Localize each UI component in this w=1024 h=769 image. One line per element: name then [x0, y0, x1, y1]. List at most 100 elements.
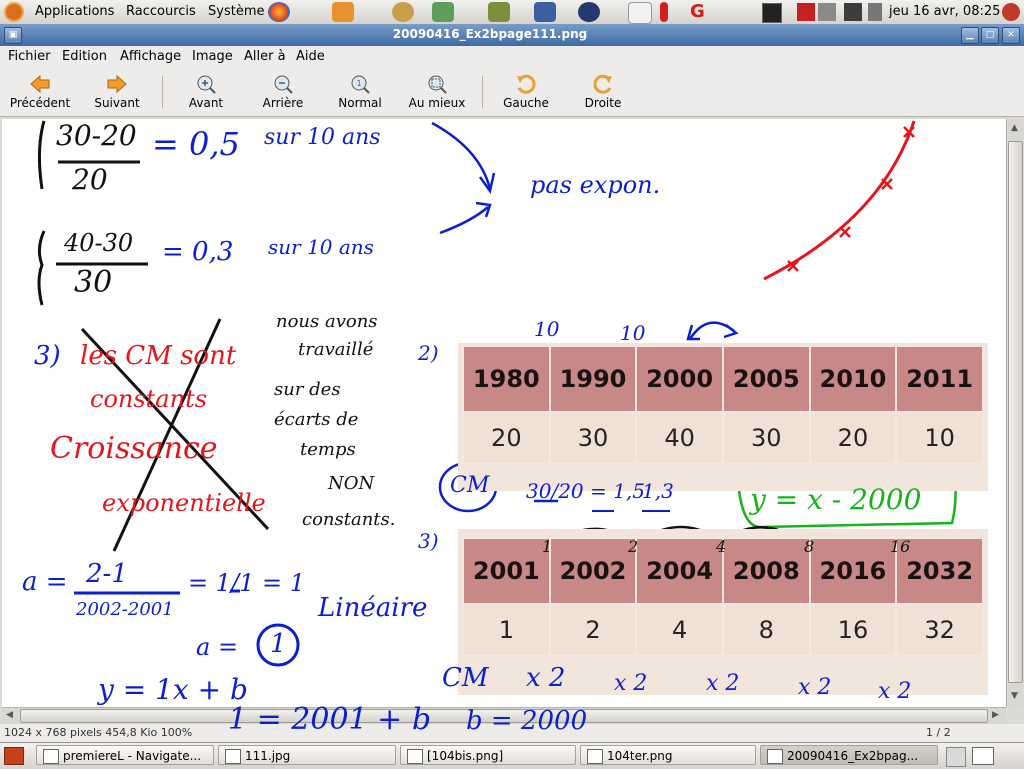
rotate-right-button[interactable]: Droite — [578, 70, 628, 114]
printer-icon[interactable] — [818, 3, 836, 21]
text-editor-icon[interactable] — [628, 2, 652, 24]
menu-aide[interactable]: Aide — [296, 49, 325, 64]
graph-icon[interactable] — [432, 2, 454, 22]
task-104ter[interactable]: 104ter.png — [580, 745, 756, 765]
volume-icon[interactable] — [868, 3, 882, 21]
applications-menu[interactable]: Applications — [35, 4, 114, 19]
firefox-icon[interactable] — [268, 2, 290, 22]
vertical-scrollbar[interactable]: ▲ ▼ — [1006, 119, 1023, 707]
image-file-icon — [225, 749, 241, 764]
svg-text:1: 1 — [357, 79, 362, 88]
toolbar: Précédent Suivant Avant Arrière 1 Normal… — [0, 68, 1024, 117]
table-cell: 2002 — [548, 537, 638, 605]
best-fit-label: Au mieux — [408, 96, 466, 110]
note-nous-avons-5: temps — [300, 439, 356, 460]
normal-size-button[interactable]: 1 Normal — [332, 70, 388, 114]
clock[interactable]: jeu 16 avr, 08:25 — [889, 4, 1000, 19]
zoom-in-button[interactable]: Avant — [178, 70, 234, 114]
note-frac1-result: = 0,5 — [152, 125, 240, 163]
best-fit-button[interactable]: Au mieux — [404, 70, 470, 114]
workspace-icon[interactable] — [972, 747, 994, 765]
table-cell: 20 — [462, 411, 551, 465]
image-viewport[interactable]: 1980 1990 2000 2005 2010 2011 20 30 40 3… — [2, 119, 1006, 707]
note-cm-ratio2: 1,3 — [642, 479, 674, 503]
books-icon[interactable] — [488, 2, 510, 22]
next-button[interactable]: Suivant — [86, 70, 148, 114]
note-croissance: Croissance — [50, 431, 218, 466]
g-logo-icon[interactable]: G — [690, 2, 712, 22]
note-n4: 4 — [716, 537, 727, 556]
note-cm-ratio: 30/20 = 1,5 — [526, 479, 645, 503]
menu-image[interactable]: Image — [192, 49, 233, 64]
task-104bis[interactable]: [104bis.png] — [400, 745, 576, 765]
globe-icon[interactable] — [578, 2, 600, 22]
page-indicator: 1 / 2 — [926, 726, 951, 739]
vertical-scroll-thumb[interactable] — [1008, 141, 1023, 683]
zoom-normal-icon: 1 — [351, 75, 370, 94]
show-desktop-icon[interactable] — [4, 747, 24, 765]
trash-icon[interactable] — [946, 747, 966, 767]
note-frac1-num: 30-20 — [56, 119, 137, 152]
note-b-eq: b = 2000 — [466, 706, 588, 736]
note-non: NON — [328, 473, 375, 494]
bar-icon[interactable] — [660, 2, 668, 22]
table1-years-row: 1980 1990 2000 2005 2010 2011 — [462, 345, 984, 413]
arrow-left-icon — [30, 74, 50, 94]
update-icon[interactable] — [797, 3, 815, 21]
minimize-icon[interactable]: ▁ — [961, 27, 979, 44]
terminal-icon[interactable] — [762, 3, 782, 23]
window-titlebar[interactable]: ▣ 20090416_Ex2bpage111.png ▁ □ ✕ — [0, 24, 1024, 46]
note-frac2-result: = 0,3 — [162, 237, 234, 267]
close-icon[interactable]: ✕ — [1002, 27, 1020, 44]
rotate-left-button[interactable]: Gauche — [496, 70, 556, 114]
previous-button[interactable]: Précédent — [4, 70, 76, 114]
note-times2: x 2 — [614, 671, 648, 696]
image-info: 1024 x 768 pixels 454,8 Kio 100% — [4, 726, 193, 739]
maximize-icon[interactable]: □ — [981, 27, 999, 44]
arrow-right-icon — [107, 74, 127, 94]
note-a-frac: = 1/1 = 1 — [188, 569, 305, 597]
task-111-jpg[interactable]: 111.jpg — [218, 745, 396, 765]
table-cell: 1990 — [548, 345, 638, 413]
menu-affichage[interactable]: Affichage — [120, 49, 181, 64]
note-constants: constants — [90, 385, 208, 413]
scroll-down-icon[interactable]: ▼ — [1011, 691, 1018, 701]
menu-aller-a[interactable]: Aller à — [244, 49, 286, 64]
menu-edition[interactable]: Edition — [62, 49, 107, 64]
table-cell: 2016 — [808, 537, 898, 605]
table-cell: 2005 — [721, 345, 811, 413]
calculator-icon[interactable] — [534, 2, 556, 22]
window-icon — [43, 749, 59, 764]
eye-icon[interactable] — [392, 2, 414, 22]
network-icon[interactable] — [844, 3, 862, 21]
table-cell: 8 — [721, 603, 811, 657]
note-frac2-num: 40-30 — [64, 229, 134, 257]
note-n8: 8 — [804, 537, 815, 556]
task-navigator[interactable]: premiereL - Navigate... — [36, 745, 214, 765]
zoom-out-button[interactable]: Arrière — [254, 70, 312, 114]
rotate-right-icon — [593, 74, 612, 94]
note-a-val: 1 — [270, 629, 287, 659]
zoom-in-label: Avant — [188, 96, 224, 110]
power-icon[interactable] — [1002, 3, 1020, 21]
home-folder-icon[interactable] — [332, 2, 354, 22]
ubuntu-logo-icon[interactable] — [4, 2, 24, 22]
note-a-num: 2-1 — [86, 559, 128, 589]
toolbar-separator — [162, 76, 163, 108]
scroll-up-icon[interactable]: ▲ — [1011, 123, 1018, 133]
previous-label: Précédent — [9, 96, 71, 110]
note-cm: CM — [450, 473, 490, 498]
raccourcis-menu[interactable]: Raccourcis — [126, 4, 196, 19]
zoom-in-icon — [197, 75, 216, 94]
scroll-right-icon[interactable]: ▶ — [992, 710, 999, 720]
task-current-image[interactable]: 20090416_Ex2bpag... — [760, 745, 938, 765]
note-a-is: a = — [196, 633, 239, 661]
task-label: 111.jpg — [245, 749, 291, 763]
table-cell: 2004 — [635, 537, 724, 605]
menu-fichier[interactable]: Fichier — [8, 49, 51, 64]
note-n16: 16 — [890, 537, 911, 556]
note-equation: y = x - 2000 — [750, 483, 922, 516]
systeme-menu[interactable]: Système — [208, 4, 264, 19]
rotate-left-icon — [517, 74, 536, 94]
scroll-left-icon[interactable]: ◀ — [6, 710, 13, 720]
